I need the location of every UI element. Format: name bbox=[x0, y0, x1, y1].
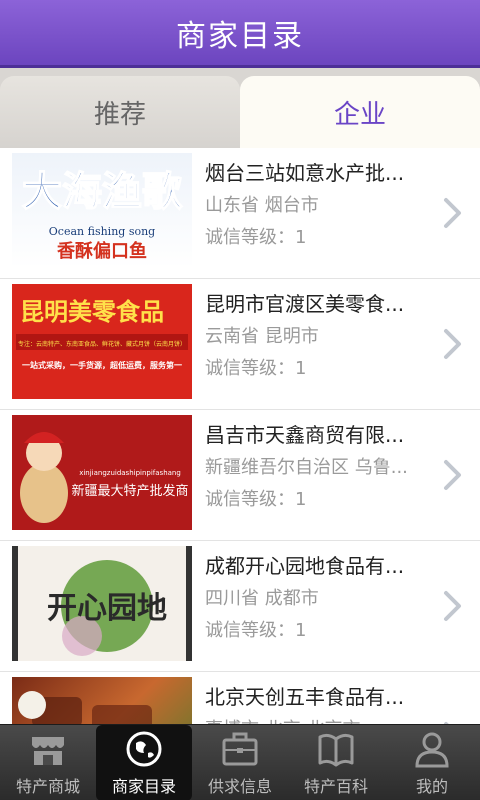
tab-bar: 推荐 企业 bbox=[0, 68, 480, 148]
page-title: 商家目录 bbox=[176, 18, 304, 54]
row-text: 烟台三站如意水产批... 山东省 烟台市 诚信等级：1 bbox=[205, 158, 445, 253]
company-location: 新疆维吾尔自治区 乌鲁... bbox=[205, 457, 408, 478]
bottom-nav: 特产商城 商家目录 供求信息 特产百科 我的 bbox=[0, 724, 480, 800]
chevron-right-icon bbox=[444, 460, 461, 490]
row-text: 北京天创五丰食品有... 事博市 北京 北京市 bbox=[205, 682, 445, 724]
credit-grade: 诚信等级：1 bbox=[205, 489, 307, 510]
company-location: 云南省 昆明市 bbox=[205, 326, 319, 347]
nav-item-mine[interactable]: 我的 bbox=[384, 725, 480, 800]
nav-label: 特产商城 bbox=[15, 777, 80, 796]
nav-item-merchant-directory[interactable]: 商家目录 bbox=[96, 725, 192, 800]
logo-title: 大海渔歌 bbox=[22, 169, 183, 215]
logo-subtitle: Ocean fishing song bbox=[49, 225, 155, 238]
logo-title: 开心园地 bbox=[47, 591, 167, 626]
logo-caption: 香酥偏口鱼 bbox=[56, 240, 147, 262]
row-text: 成都开心园地食品有... 四川省 成都市 诚信等级：1 bbox=[205, 551, 445, 646]
list-item[interactable]: 北京天创五丰食品有... 事博市 北京 北京市 bbox=[0, 672, 480, 724]
company-logo: xinjiangzuidashipinpifashang 新疆最大特产批发商 bbox=[12, 415, 192, 530]
nav-label: 特产百科 bbox=[303, 777, 368, 796]
store-icon bbox=[32, 737, 64, 765]
company-name: 北京天创五丰食品有... bbox=[205, 685, 405, 709]
chevron-right-icon bbox=[444, 329, 461, 359]
tab-enterprise[interactable]: 企业 bbox=[240, 76, 480, 148]
globe-icon bbox=[126, 731, 162, 767]
company-name: 昌吉市天鑫商贸有限... bbox=[205, 423, 405, 447]
list-item[interactable]: 开心园地 成都开心园地食品有... 四川省 成都市 诚信等级：1 bbox=[0, 541, 480, 672]
list-item[interactable]: 昆明美零食品 专注：云南特产、东南亚食品、鲜花饼、藏式月饼（云南月饼） 一站式采… bbox=[0, 279, 480, 410]
row-text: 昆明市官渡区美零食... 云南省 昆明市 诚信等级：1 bbox=[205, 289, 445, 384]
company-logo: 开心园地 bbox=[12, 546, 192, 661]
logo-line1: xinjiangzuidashipinpifashang bbox=[79, 469, 181, 477]
credit-grade: 诚信等级：1 bbox=[205, 358, 307, 379]
nav-label: 我的 bbox=[415, 777, 448, 796]
nav-item-encyclopedia[interactable]: 特产百科 bbox=[288, 725, 384, 800]
nav-label: 商家目录 bbox=[111, 777, 176, 796]
nav-item-supply-demand[interactable]: 供求信息 bbox=[192, 725, 288, 800]
list-item[interactable]: 大海渔歌 Ocean fishing song 香酥偏口鱼 烟台三站如意水产批.… bbox=[0, 148, 480, 279]
user-icon bbox=[415, 732, 449, 768]
company-name: 成都开心园地食品有... bbox=[205, 554, 405, 578]
logo-line1: 专注：云南特产、东南亚食品、鲜花饼、藏式月饼（云南月饼） bbox=[18, 340, 186, 348]
credit-grade: 诚信等级：1 bbox=[205, 620, 307, 641]
credit-grade: 诚信等级：1 bbox=[205, 227, 307, 248]
chevron-right-icon bbox=[444, 198, 461, 228]
chevron-right-icon bbox=[444, 591, 461, 621]
company-logo bbox=[12, 677, 192, 724]
company-logo: 大海渔歌 Ocean fishing song 香酥偏口鱼 bbox=[12, 153, 192, 268]
row-text: 昌吉市天鑫商贸有限... 新疆维吾尔自治区 乌鲁... 诚信等级：1 bbox=[205, 420, 445, 515]
list-item[interactable]: xinjiangzuidashipinpifashang 新疆最大特产批发商 昌… bbox=[0, 410, 480, 541]
company-logo: 昆明美零食品 专注：云南特产、东南亚食品、鲜花饼、藏式月饼（云南月饼） 一站式采… bbox=[12, 284, 192, 399]
company-name: 烟台三站如意水产批... bbox=[205, 161, 405, 185]
company-location: 山东省 烟台市 bbox=[205, 195, 319, 216]
nav-label: 供求信息 bbox=[207, 777, 272, 796]
app-root: 商家目录 推荐 企业 大海渔歌 Ocean fishing song 香酥偏口鱼… bbox=[0, 0, 480, 800]
company-list[interactable]: 大海渔歌 Ocean fishing song 香酥偏口鱼 烟台三站如意水产批.… bbox=[0, 148, 480, 724]
company-name: 昆明市官渡区美零食... bbox=[205, 292, 405, 316]
header-bar: 商家目录 bbox=[0, 0, 480, 68]
logo-title: 昆明美零食品 bbox=[20, 298, 164, 326]
nav-item-specialty-mall[interactable]: 特产商城 bbox=[0, 725, 96, 800]
tab-recommended[interactable]: 推荐 bbox=[0, 76, 240, 148]
logo-line2: 新疆最大特产批发商 bbox=[71, 483, 188, 499]
company-location: 事博市 北京 北京市 bbox=[205, 715, 445, 724]
book-icon bbox=[318, 733, 354, 767]
logo-line2: 一站式采购，一手货源，超低运费，服务第一 bbox=[22, 360, 182, 370]
company-location: 四川省 成都市 bbox=[205, 588, 319, 609]
briefcase-icon bbox=[222, 732, 258, 766]
